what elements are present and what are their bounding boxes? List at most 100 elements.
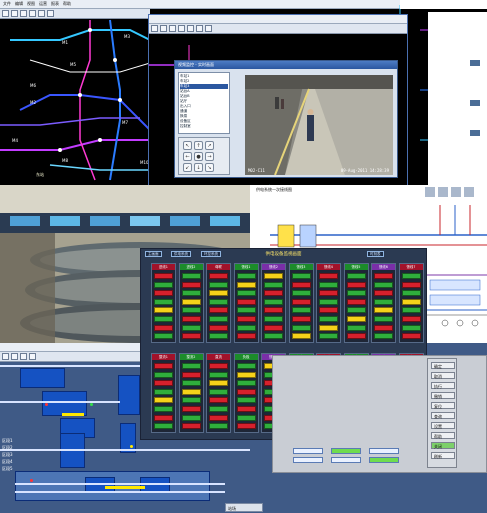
status-indicator[interactable]	[181, 281, 201, 288]
status-indicator[interactable]	[401, 316, 421, 322]
status-indicator[interactable]	[236, 281, 256, 288]
status-indicator[interactable]	[209, 273, 228, 279]
status-indicator[interactable]	[346, 290, 366, 297]
status-indicator[interactable]	[181, 371, 201, 378]
status-indicator[interactable]	[209, 371, 228, 378]
status-indicator[interactable]	[154, 363, 173, 369]
status-indicator[interactable]	[401, 273, 421, 279]
status-indicator[interactable]	[154, 281, 173, 288]
toolbar-button[interactable]	[178, 25, 185, 32]
status-indicator[interactable]	[181, 333, 201, 340]
status-indicator[interactable]	[154, 406, 173, 412]
toolbar-button[interactable]	[11, 353, 18, 360]
switchgear-unit[interactable]: 整流2	[178, 353, 204, 433]
status-indicator[interactable]	[209, 406, 228, 412]
status-indicator[interactable]	[209, 423, 228, 430]
status-indicator[interactable]	[346, 324, 366, 331]
dialog-settings-button[interactable]: 设置	[431, 422, 455, 429]
status-indicator[interactable]	[346, 333, 366, 340]
status-indicator[interactable]	[264, 290, 283, 297]
status-indicator[interactable]	[236, 380, 256, 387]
ptz-right-button[interactable]: →	[205, 152, 214, 161]
status-field-active[interactable]	[331, 448, 361, 454]
status-indicator[interactable]	[264, 324, 283, 331]
status-indicator[interactable]	[236, 363, 256, 369]
status-indicator[interactable]	[209, 324, 228, 331]
status-field[interactable]	[293, 448, 323, 454]
switchgear-unit[interactable]: 馈线3	[288, 263, 314, 343]
status-field[interactable]	[293, 457, 323, 463]
status-indicator[interactable]	[264, 273, 283, 279]
status-indicator[interactable]	[319, 273, 338, 279]
status-indicator[interactable]	[264, 316, 283, 322]
toolbar-button[interactable]	[2, 353, 9, 360]
ptz-up-button[interactable]: ↑	[194, 141, 203, 150]
status-indicator[interactable]	[346, 298, 366, 305]
status-indicator[interactable]	[346, 281, 366, 288]
status-indicator[interactable]	[291, 316, 311, 322]
dialog-cancel-button[interactable]: 取消	[431, 372, 455, 379]
status-indicator[interactable]	[209, 290, 228, 297]
track-menubar[interactable]	[0, 343, 140, 352]
status-indicator[interactable]	[374, 307, 393, 314]
status-indicator[interactable]	[181, 406, 201, 412]
dialog-refresh-button[interactable]: 刷新	[431, 452, 455, 459]
status-indicator[interactable]	[236, 307, 256, 314]
status-indicator[interactable]	[236, 371, 256, 378]
status-indicator[interactable]	[209, 414, 228, 421]
camera-tree[interactable]: 车站1 车站2 车站3 站台A 站台B 站厅 出入口 通道 换乘 设备区 控制室	[178, 72, 230, 134]
status-indicator[interactable]	[374, 324, 393, 331]
ptz-down-left-button[interactable]: ↙	[183, 163, 192, 172]
switchgear-unit[interactable]: 负极	[233, 353, 259, 433]
dialog-confirm-button[interactable]: 确定	[431, 362, 455, 369]
status-indicator[interactable]	[264, 298, 283, 305]
status-indicator[interactable]	[209, 397, 228, 404]
status-indicator[interactable]	[291, 290, 311, 297]
status-indicator[interactable]	[154, 423, 173, 430]
status-indicator[interactable]	[319, 290, 338, 297]
status-indicator[interactable]	[401, 324, 421, 331]
status-indicator[interactable]	[209, 316, 228, 322]
status-indicator[interactable]	[291, 298, 311, 305]
yard-tab[interactable]: 站场	[225, 503, 263, 512]
status-indicator[interactable]	[236, 388, 256, 395]
status-indicator[interactable]	[291, 281, 311, 288]
camera-video-feed[interactable]: M02-C11 09-Aug-2011 14:28:39	[245, 75, 393, 175]
toolbar-button[interactable]	[205, 25, 212, 32]
signal-red[interactable]	[45, 403, 48, 406]
status-indicator[interactable]	[181, 298, 201, 305]
status-indicator[interactable]	[401, 290, 421, 297]
status-indicator[interactable]	[154, 380, 173, 387]
status-indicator[interactable]	[181, 397, 201, 404]
status-indicator[interactable]	[181, 380, 201, 387]
ptz-up-right-button[interactable]: ↗	[205, 141, 214, 150]
switchgear-unit[interactable]: 馈线6	[371, 263, 396, 343]
status-indicator[interactable]	[374, 316, 393, 322]
status-indicator[interactable]	[181, 273, 201, 279]
toolbar-button[interactable]	[187, 25, 194, 32]
status-indicator[interactable]	[264, 333, 283, 340]
status-indicator[interactable]	[154, 307, 173, 314]
status-indicator[interactable]	[319, 333, 338, 340]
toolbar-button[interactable]	[196, 25, 203, 32]
switchgear-unit[interactable]: 馈线4	[316, 263, 341, 343]
status-indicator[interactable]	[154, 397, 173, 404]
status-indicator[interactable]	[374, 298, 393, 305]
status-indicator[interactable]	[319, 307, 338, 314]
switchgear-unit[interactable]: 进线2	[178, 263, 204, 343]
switchgear-unit[interactable]: 馈线2	[261, 263, 286, 343]
ptz-down-right-button[interactable]: ↘	[205, 163, 214, 172]
status-indicator[interactable]	[209, 380, 228, 387]
status-indicator[interactable]	[154, 371, 173, 378]
status-field[interactable]	[331, 457, 361, 463]
switchgear-unit[interactable]: 馈线7	[398, 263, 424, 343]
status-indicator[interactable]	[181, 414, 201, 421]
status-indicator[interactable]	[236, 316, 256, 322]
status-indicator[interactable]	[291, 324, 311, 331]
cctv-menubar[interactable]	[149, 15, 407, 24]
status-indicator[interactable]	[236, 298, 256, 305]
status-indicator[interactable]	[236, 273, 256, 279]
switchgear-unit[interactable]: 馈线5	[343, 263, 369, 343]
dialog-reset-button[interactable]: 复位	[431, 402, 455, 409]
status-indicator[interactable]	[154, 298, 173, 305]
